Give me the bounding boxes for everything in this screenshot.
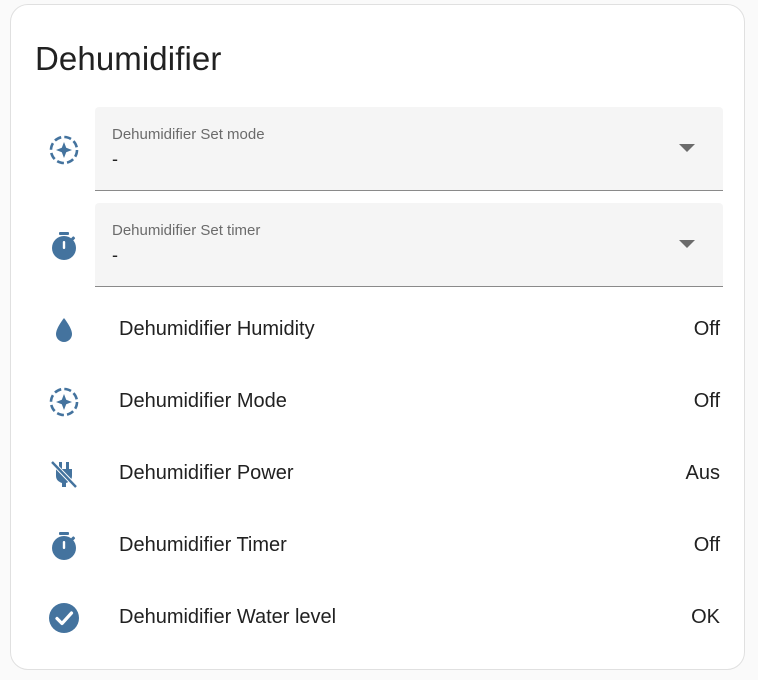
entity-name-water-level[interactable]: Dehumidifier Water level [119,605,336,629]
entity-name-humidity[interactable]: Dehumidifier Humidity [119,317,315,341]
entity-state-timer: Off [693,534,720,556]
entity-state-mode: Off [693,390,720,412]
check-circle-icon [47,601,81,635]
mode-sparkle-icon [47,385,81,419]
set-mode-label: Dehumidifier Set mode [112,126,265,143]
chevron-down-icon[interactable] [679,144,695,152]
entity-state-water-level: OK [691,606,720,628]
entity-name-mode[interactable]: Dehumidifier Mode [119,389,287,413]
set-timer-select[interactable]: Dehumidifier Set timer - [95,203,723,287]
timer-icon [47,529,81,563]
power-plug-off-icon [47,457,81,491]
entity-state-humidity: Off [693,318,720,340]
timer-icon [47,229,81,263]
mode-sparkle-icon [47,133,81,167]
entity-name-power[interactable]: Dehumidifier Power [119,461,294,485]
chevron-down-icon[interactable] [679,240,695,248]
water-drop-icon [47,313,81,347]
set-mode-select[interactable]: Dehumidifier Set mode - [95,107,723,191]
entity-name-timer[interactable]: Dehumidifier Timer [119,533,287,557]
dehumidifier-card: Dehumidifier Dehumidifier Set mode - Deh… [10,4,745,670]
card-title: Dehumidifier [35,40,222,77]
set-timer-value: - [112,245,118,265]
entity-state-power: Aus [685,462,720,484]
set-mode-value: - [112,149,118,169]
set-timer-label: Dehumidifier Set timer [112,222,261,239]
